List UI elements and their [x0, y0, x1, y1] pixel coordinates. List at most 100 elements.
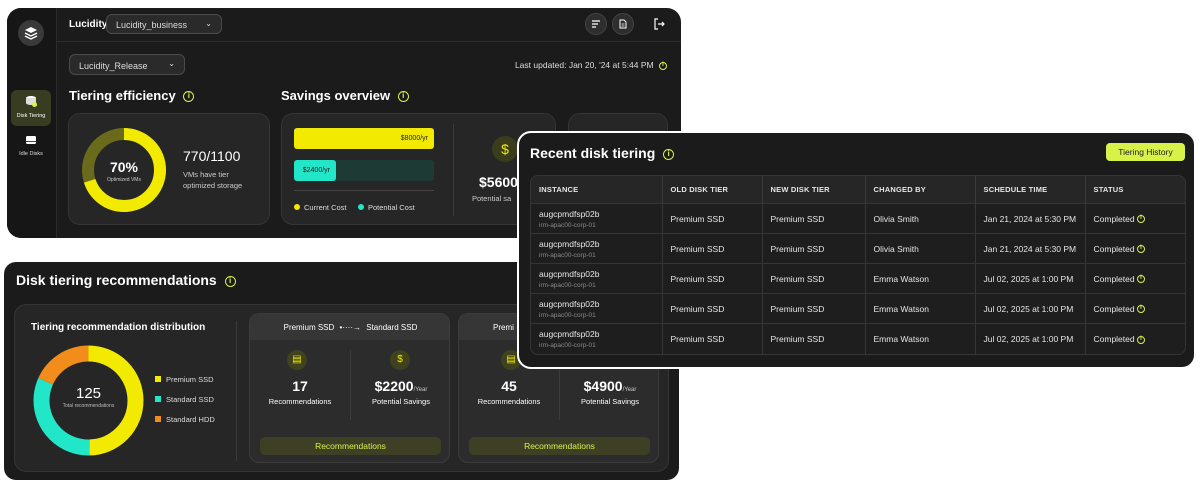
old-tier-cell: Premium SSD: [662, 323, 763, 354]
new-tier-cell: Premium SSD: [762, 203, 866, 234]
new-tier-cell: Premium SSD: [762, 263, 866, 294]
document-icon[interactable]: [612, 13, 634, 35]
new-tier-cell: Premium SSD: [762, 293, 866, 324]
current-cost-bar: $8000/yr: [294, 128, 434, 149]
tier-transition: Premium SSD •····→ Standard SSD: [250, 314, 449, 340]
efficiency-desc-2: optimized storage: [183, 181, 243, 190]
release-select-value: Lucidity_Release: [79, 61, 148, 71]
chevron-down-icon: ⌄: [205, 19, 212, 28]
column-header[interactable]: NEW DISK TIER: [762, 176, 866, 204]
status-cell: Completed i: [1085, 293, 1185, 324]
schedule-time-cell: Jul 02, 2025 at 1:00 PM: [975, 323, 1086, 354]
instance-name[interactable]: augcpmdfsp02b: [539, 239, 600, 249]
sidebar-item-idle-disks[interactable]: Idle Disks: [11, 132, 51, 162]
efficiency-card: 70% Optimized VMs 770/1100 VMs have tier…: [68, 113, 270, 225]
info-icon[interactable]: i: [183, 91, 195, 103]
table-row[interactable]: augcpmdfsp02b irm-apac00-corp-01 Premium S…: [531, 293, 1185, 324]
logout-icon[interactable]: [653, 17, 665, 35]
potential-savings: $2200/Year: [351, 378, 449, 396]
recommendation-count: 17: [292, 378, 308, 394]
savings-title-text: Savings overview: [281, 88, 391, 103]
recommendations-title: Disk tiering recommendations i: [16, 272, 236, 288]
legend-standard-hdd: Standard HDD: [155, 415, 215, 424]
changed-by-cell: Emma Watson: [865, 263, 976, 294]
table-row[interactable]: augcpmdfsp02b irm-apac00-corp-01 Premium S…: [531, 263, 1185, 294]
potential-amount: $5600: [479, 174, 518, 190]
dollar-sparkle-icon: $: [492, 136, 518, 162]
recommendations-button[interactable]: Recommendations: [469, 437, 650, 455]
recent-table-wrap: INSTANCE OLD DISK TIER NEW DISK TIER CHA…: [530, 175, 1186, 355]
instance-group: irm-apac00-corp-01: [539, 251, 596, 259]
recommendations-button[interactable]: Recommendations: [260, 437, 441, 455]
old-tier-cell: Premium SSD: [662, 233, 763, 264]
legend-current-label: Current Cost: [304, 203, 347, 212]
instance-name[interactable]: augcpmdfsp02b: [539, 269, 600, 279]
status-cell: Completed i: [1085, 323, 1185, 354]
recommendation-count: 45: [501, 378, 517, 394]
table-row[interactable]: augcpmdfsp02b irm-apac00-corp-01 Premium S…: [531, 323, 1185, 354]
schedule-time-cell: Jan 21, 2024 at 5:30 PM: [975, 203, 1086, 234]
info-icon[interactable]: i: [1136, 305, 1145, 314]
instance-name[interactable]: augcpmdfsp02b: [539, 329, 600, 339]
efficiency-fraction: 770/1100: [183, 148, 241, 164]
recommendation-count-label: Recommendations: [477, 397, 541, 406]
efficiency-title-text: Tiering efficiency: [69, 88, 176, 103]
instance-name[interactable]: augcpmdfsp02b: [539, 209, 600, 219]
info-icon[interactable]: i: [1136, 275, 1145, 284]
column-header[interactable]: STATUS: [1085, 176, 1185, 204]
potential-label: Potential sa: [472, 194, 512, 203]
schedule-time-cell: Jan 21, 2024 at 5:30 PM: [975, 233, 1086, 264]
savings-title: Savings overview i: [281, 88, 409, 103]
efficiency-percent: 70%: [109, 159, 139, 175]
info-icon[interactable]: i: [224, 275, 236, 287]
savings-period: /Year: [622, 387, 637, 393]
legend-swatch: [155, 416, 161, 422]
app-logo-icon[interactable]: [18, 20, 44, 46]
status-cell: Completed i: [1085, 203, 1185, 234]
recent-tiering-panel: Recent disk tiering i Tiering History IN…: [517, 131, 1196, 369]
table-row[interactable]: augcpmdfsp02b irm-apac00-corp-01 Premium S…: [531, 233, 1185, 264]
legend-dot: [294, 204, 300, 210]
info-icon[interactable]: i: [1136, 215, 1145, 224]
table-row[interactable]: augcpmdfsp02b irm-apac00-corp-01 Premium S…: [531, 203, 1185, 234]
release-select[interactable]: Lucidity_Release ⌄: [69, 54, 185, 75]
tiering-history-button[interactable]: Tiering History: [1106, 143, 1185, 161]
column-header[interactable]: OLD DISK TIER: [662, 176, 763, 204]
sidebar-item-disk-tiering[interactable]: Disk Tiering: [11, 90, 51, 126]
tier-from: Premi: [493, 323, 514, 332]
info-icon[interactable]: i: [397, 91, 409, 103]
changed-by-cell: Olivia Smith: [865, 233, 976, 264]
instance-cell: augcpmdfsp02b irm-apac00-corp-01: [531, 233, 663, 264]
info-icon[interactable]: i: [1136, 245, 1145, 254]
legend-current: Current Cost: [294, 203, 347, 212]
instance-cell: augcpmdfsp02b irm-apac00-corp-01: [531, 263, 663, 294]
chevron-down-icon: ⌄: [168, 59, 175, 68]
axis-line: [294, 190, 434, 191]
account-select[interactable]: Lucidity_business ⌄: [106, 14, 222, 34]
instance-name[interactable]: augcpmdfsp02b: [539, 299, 600, 309]
legend-potential-label: Potential Cost: [368, 203, 415, 212]
changed-by-cell: Emma Watson: [865, 293, 976, 324]
distribution-title: Tiering recommendation distribution: [31, 322, 206, 333]
savings-period: /Year: [413, 387, 428, 393]
recent-table: INSTANCE OLD DISK TIER NEW DISK TIER CHA…: [531, 176, 1185, 354]
status-text: Completed: [1093, 303, 1135, 314]
column-header[interactable]: INSTANCE: [531, 176, 663, 204]
savings-divider: [453, 124, 454, 216]
efficiency-percent-caption: Optimized VMs: [107, 177, 141, 183]
last-updated: Last updated: Jan 20, '24 at 5:44 PM i: [475, 60, 667, 70]
filter-list-icon[interactable]: [585, 13, 607, 35]
legend-label: Standard HDD: [166, 415, 215, 424]
legend-dot: [358, 204, 364, 210]
sidebar-item-label: Idle Disks: [19, 151, 43, 157]
info-icon[interactable]: i: [663, 148, 675, 160]
info-icon[interactable]: i: [659, 61, 667, 70]
instance-group: irm-apac00-corp-01: [539, 281, 596, 289]
last-updated-text: Last updated: Jan 20, '24 at 5:44 PM: [514, 60, 654, 70]
column-header[interactable]: CHANGED BY: [865, 176, 976, 204]
instance-cell: augcpmdfsp02b irm-apac00-corp-01: [531, 323, 663, 354]
savings-value: $2200: [374, 378, 414, 394]
status-text: Completed: [1093, 273, 1135, 284]
column-header[interactable]: SCHEDULE TIME: [975, 176, 1086, 204]
info-icon[interactable]: i: [1136, 335, 1145, 344]
